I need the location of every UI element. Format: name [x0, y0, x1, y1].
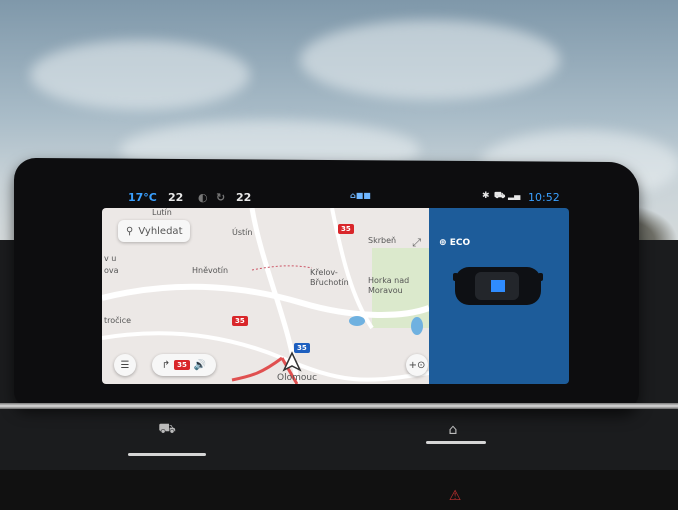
fan-left[interactable]: 22: [168, 191, 183, 204]
clock: 10:52: [528, 191, 560, 204]
place-label: Skrbeň: [368, 236, 397, 245]
bluetooth-icon: ✱: [482, 191, 490, 201]
turn-arrow-icon: ↱: [161, 359, 171, 371]
road-badge: 35: [294, 343, 310, 353]
recirculation-icon[interactable]: ↻: [216, 191, 225, 204]
place-label: Hněvotín: [192, 266, 229, 275]
fan-right[interactable]: 22: [236, 191, 251, 204]
menu-button[interactable]: ☰: [114, 354, 136, 376]
place-label: Ústín: [232, 228, 253, 237]
add-poi-button[interactable]: +⊙: [406, 354, 428, 376]
road-badge: 35: [174, 360, 190, 370]
road-badge: 35: [338, 224, 354, 234]
place-label: Křelov- Břuchotín: [310, 268, 349, 287]
search-placeholder: Vyhledat: [138, 225, 183, 237]
add-location-icon: +⊙: [408, 359, 426, 371]
search-icon: ⚲: [126, 225, 134, 237]
button-led-bar: [426, 441, 486, 444]
eco-icon: ⊕: [439, 238, 447, 248]
temp-left[interactable]: 17°C: [128, 191, 157, 204]
map-view[interactable]: ⚲ Vyhledat Lutín Ústín Skrbeň v u ova Hn…: [102, 208, 429, 384]
expand-icon[interactable]: ⤢: [412, 236, 421, 250]
hazard-icon[interactable]: ⚠: [444, 488, 466, 506]
seat-heat-icon[interactable]: ◐: [198, 191, 208, 204]
car-menu-button[interactable]: ⛟: [152, 415, 182, 445]
search-box[interactable]: ⚲ Vyhledat: [118, 220, 191, 242]
page-indicator-icon: ⌂■■: [350, 191, 371, 200]
button-led-bar: [128, 453, 206, 456]
eco-mode[interactable]: ⊕ ECO: [439, 238, 470, 248]
menu-icon: ☰: [120, 359, 130, 371]
infotainment-screen: ⚲ Vyhledat Lutín Ústín Skrbeň v u ova Hn…: [102, 208, 569, 384]
air-vent: [0, 470, 678, 510]
place-label: Horka nad Moravou: [368, 276, 410, 295]
home-icon: ⌂: [448, 422, 458, 438]
car-icon: [453, 267, 543, 305]
eco-label: ECO: [449, 238, 471, 248]
car-icon: ⛟: [158, 421, 176, 437]
place-label: v u: [104, 254, 117, 263]
chrome-trim: [0, 403, 678, 409]
vehicle-panel[interactable]: ⊕ ECO: [429, 208, 569, 384]
cloud: [30, 40, 250, 110]
status-bar: 17°C 22 ◐ ↻ 22 ⌂■■ ✱ ⛟ ▂▄ 10:52: [110, 188, 570, 210]
route-guidance-button[interactable]: ↱ 35 🔊: [152, 354, 216, 376]
signal-icon: ▂▄: [508, 191, 521, 200]
place-label: tročice: [104, 316, 132, 325]
volume-icon: 🔊: [193, 359, 207, 371]
place-label: ova: [104, 266, 119, 275]
hardware-buttons: ⛟ ⌂: [120, 415, 520, 475]
place-label: Olomouc: [277, 373, 318, 383]
road-badge: 35: [232, 316, 248, 326]
cloud: [300, 20, 560, 100]
place-label: Lutín: [152, 208, 172, 217]
car-icon: ⛟: [494, 191, 506, 201]
